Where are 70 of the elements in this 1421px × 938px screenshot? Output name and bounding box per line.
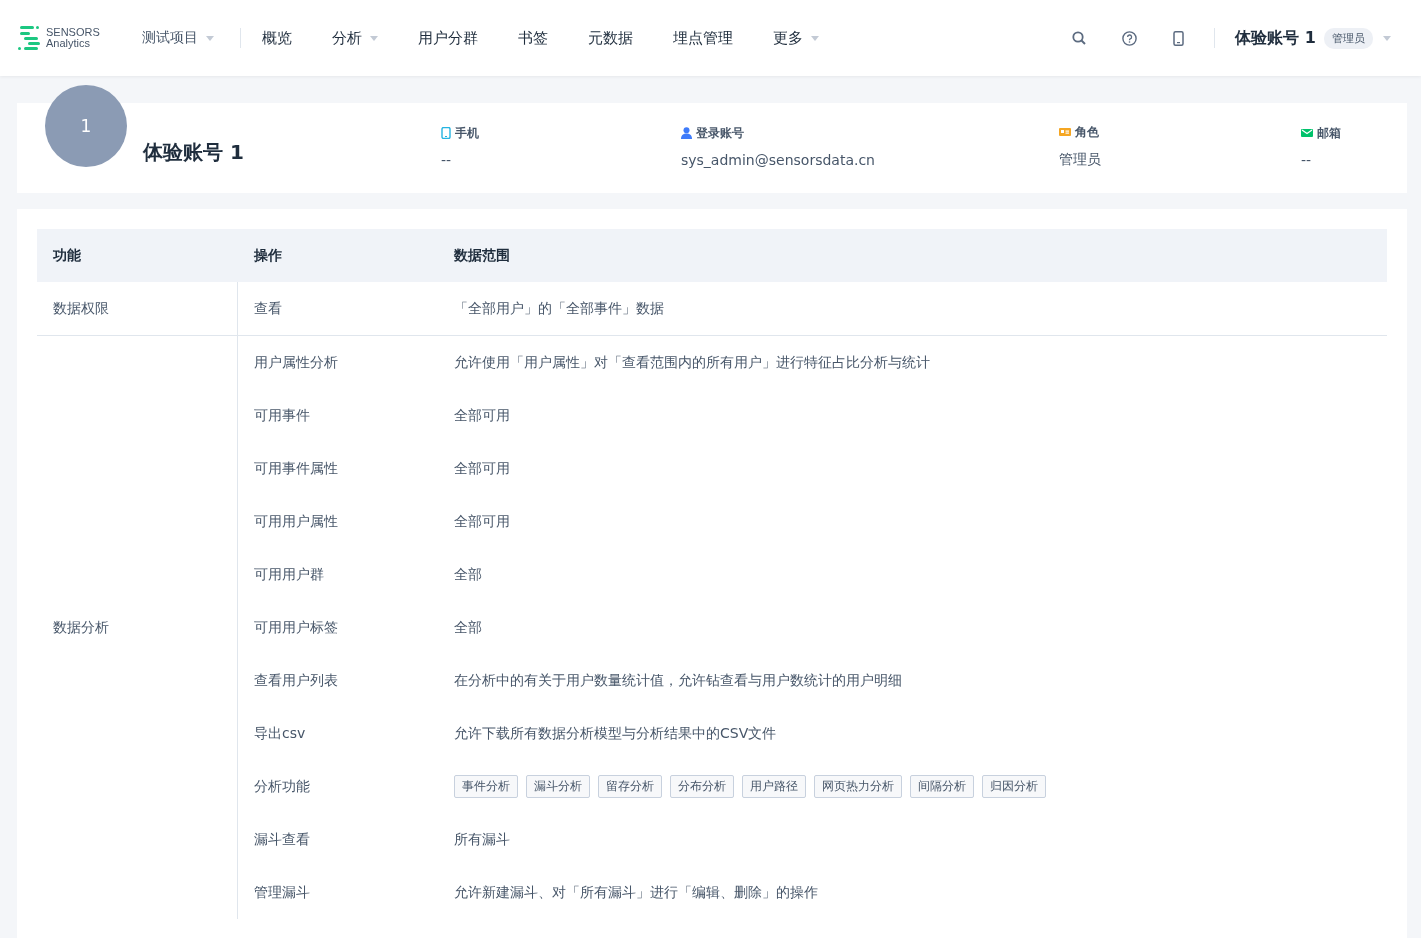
caret-icon	[810, 35, 819, 41]
column-header: 功能	[37, 229, 238, 282]
tag: 间隔分析	[910, 775, 974, 798]
user-name: 体验账号 1	[1235, 27, 1316, 49]
tag: 分布分析	[670, 775, 734, 798]
caret-icon	[369, 35, 378, 41]
nav-item[interactable]: 更多	[772, 28, 819, 48]
search-icon[interactable]	[1072, 31, 1087, 45]
person-icon	[681, 127, 692, 139]
scope-cell-text: 所有漏斗	[453, 829, 511, 849]
field-value: 管理员	[1059, 150, 1102, 169]
avatar: 1	[45, 85, 127, 167]
nav-item[interactable]: 用户分群	[417, 28, 478, 48]
profile-name: 体验账号 1	[143, 138, 245, 166]
tag: 漏斗分析	[526, 775, 590, 798]
nav-item[interactable]: 元数据	[587, 28, 633, 48]
scope-cell-text: 全部可用	[453, 511, 511, 531]
nav-item[interactable]: 埋点管理	[672, 28, 733, 48]
tag: 归因分析	[982, 775, 1046, 798]
scope-cell-text: 全部	[453, 564, 483, 584]
tag: 网页热力分析	[814, 775, 902, 798]
scope-cell: 「全部用户」的「全部事件」数据	[438, 282, 1387, 336]
operation-cell: 查看	[237, 282, 438, 336]
scope-cell-text: 允许新建漏斗、对「所有漏斗」进行「编辑、删除」的操作	[453, 882, 819, 902]
phone-icon	[441, 127, 451, 139]
operation-cell: 查看用户列表	[237, 654, 438, 707]
scope-cell-text: 全部	[453, 617, 483, 637]
tag: 用户路径	[742, 775, 806, 798]
project-selector[interactable]: 测试项目	[141, 29, 214, 47]
tag: 事件分析	[454, 775, 518, 798]
field-value: --	[441, 151, 453, 168]
help-icon[interactable]	[1122, 30, 1138, 46]
tag: 留存分析	[598, 775, 662, 798]
field-label: 手机	[455, 124, 479, 142]
caret-icon	[1383, 35, 1391, 41]
operation-cell: 管理漏斗	[237, 866, 438, 919]
user-menu[interactable]: 体验账号 1 管理员	[1235, 27, 1391, 49]
field-value: --	[1301, 151, 1313, 168]
field-label: 邮箱	[1317, 124, 1341, 142]
operation-cell: 漏斗查看	[237, 813, 438, 866]
feature-cell: 数据分析	[37, 335, 238, 919]
operation-cell: 可用用户群	[237, 548, 438, 601]
scope-cell-text: 全部可用	[453, 405, 511, 425]
mobile-icon[interactable]	[1173, 30, 1185, 46]
nav-item[interactable]: 概览	[261, 28, 292, 48]
scope-cell-text: 全部可用	[453, 458, 511, 478]
field-label: 角色	[1075, 123, 1099, 141]
role-badge: 管理员	[1324, 27, 1373, 49]
logo-icon	[18, 24, 42, 52]
nav-item[interactable]: 书签	[517, 28, 548, 48]
operation-cell: 用户属性分析	[237, 335, 438, 389]
logo-text: SENSORS Analytics	[46, 27, 100, 49]
scope-cell-text: 在分析中的有关于用户数量统计值，允许钻查看与用户数统计的用户明细	[453, 670, 903, 690]
scope-cell: 允许使用「用户属性」对「查看范围内的所有用户」进行特征占比分析与统计	[438, 335, 1387, 389]
caret-icon	[205, 35, 214, 41]
id-card-icon	[1059, 127, 1071, 137]
nav-item[interactable]: 分析	[331, 28, 378, 48]
field-label: 登录账号	[696, 124, 744, 142]
operation-cell: 可用事件	[237, 389, 438, 442]
operation-cell: 分析功能	[237, 760, 438, 813]
column-header: 数据范围	[438, 229, 1387, 282]
operation-cell: 可用用户标签	[237, 601, 438, 654]
envelope-icon	[1301, 128, 1313, 138]
operation-cell: 可用用户属性	[237, 495, 438, 548]
operation-cell: 导出csv	[237, 707, 438, 760]
field-value: sys_admin@sensorsdata.cn	[681, 151, 876, 168]
feature-cell: 数据权限	[37, 282, 238, 336]
scope-cell-text: 允许下载所有数据分析模型与分析结果中的CSV文件	[453, 723, 778, 743]
column-header: 操作	[237, 229, 438, 282]
operation-cell: 可用事件属性	[237, 442, 438, 495]
